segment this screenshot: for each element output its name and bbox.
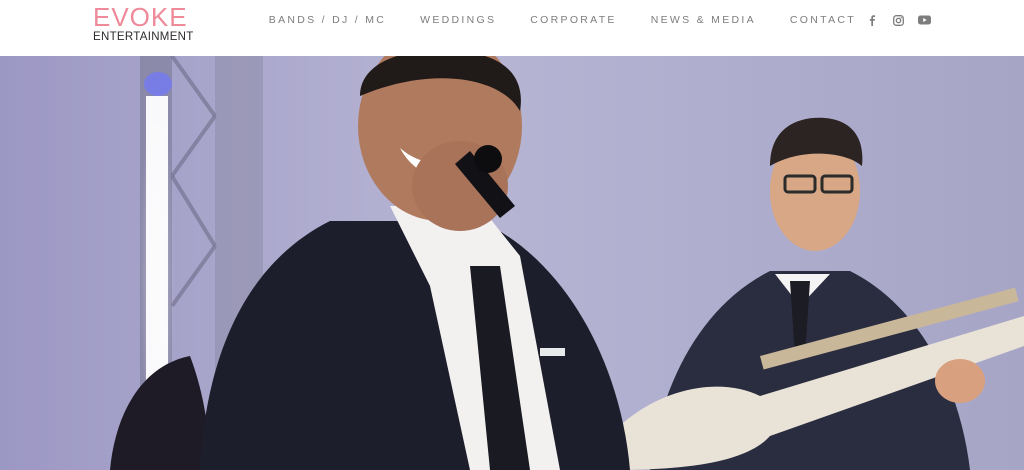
site-header: EVOKE ENTERTAINMENT BANDS / DJ / MC WEDD… [0, 0, 1024, 56]
nav-corporate[interactable]: CORPORATE [530, 13, 616, 27]
nav-news-media[interactable]: NEWS & MEDIA [651, 13, 756, 27]
brand-logo[interactable]: EVOKE ENTERTAINMENT [93, 4, 195, 44]
hero-illustration [0, 56, 1024, 470]
nav-weddings[interactable]: WEDDINGS [420, 13, 496, 27]
facebook-icon[interactable] [864, 12, 880, 28]
nav-bands-dj-mc[interactable]: BANDS / DJ / MC [269, 13, 386, 27]
social-links [864, 12, 942, 28]
instagram-icon[interactable] [890, 12, 906, 28]
main-nav: BANDS / DJ / MC WEDDINGS CORPORATE NEWS … [235, 13, 856, 27]
logo-wordmark: EVOKE [93, 2, 188, 32]
nav-contact[interactable]: CONTACT [790, 13, 856, 27]
logo-subtitle: ENTERTAINMENT [93, 31, 194, 43]
youtube-icon[interactable] [916, 12, 932, 28]
hero-photo [0, 56, 1024, 470]
